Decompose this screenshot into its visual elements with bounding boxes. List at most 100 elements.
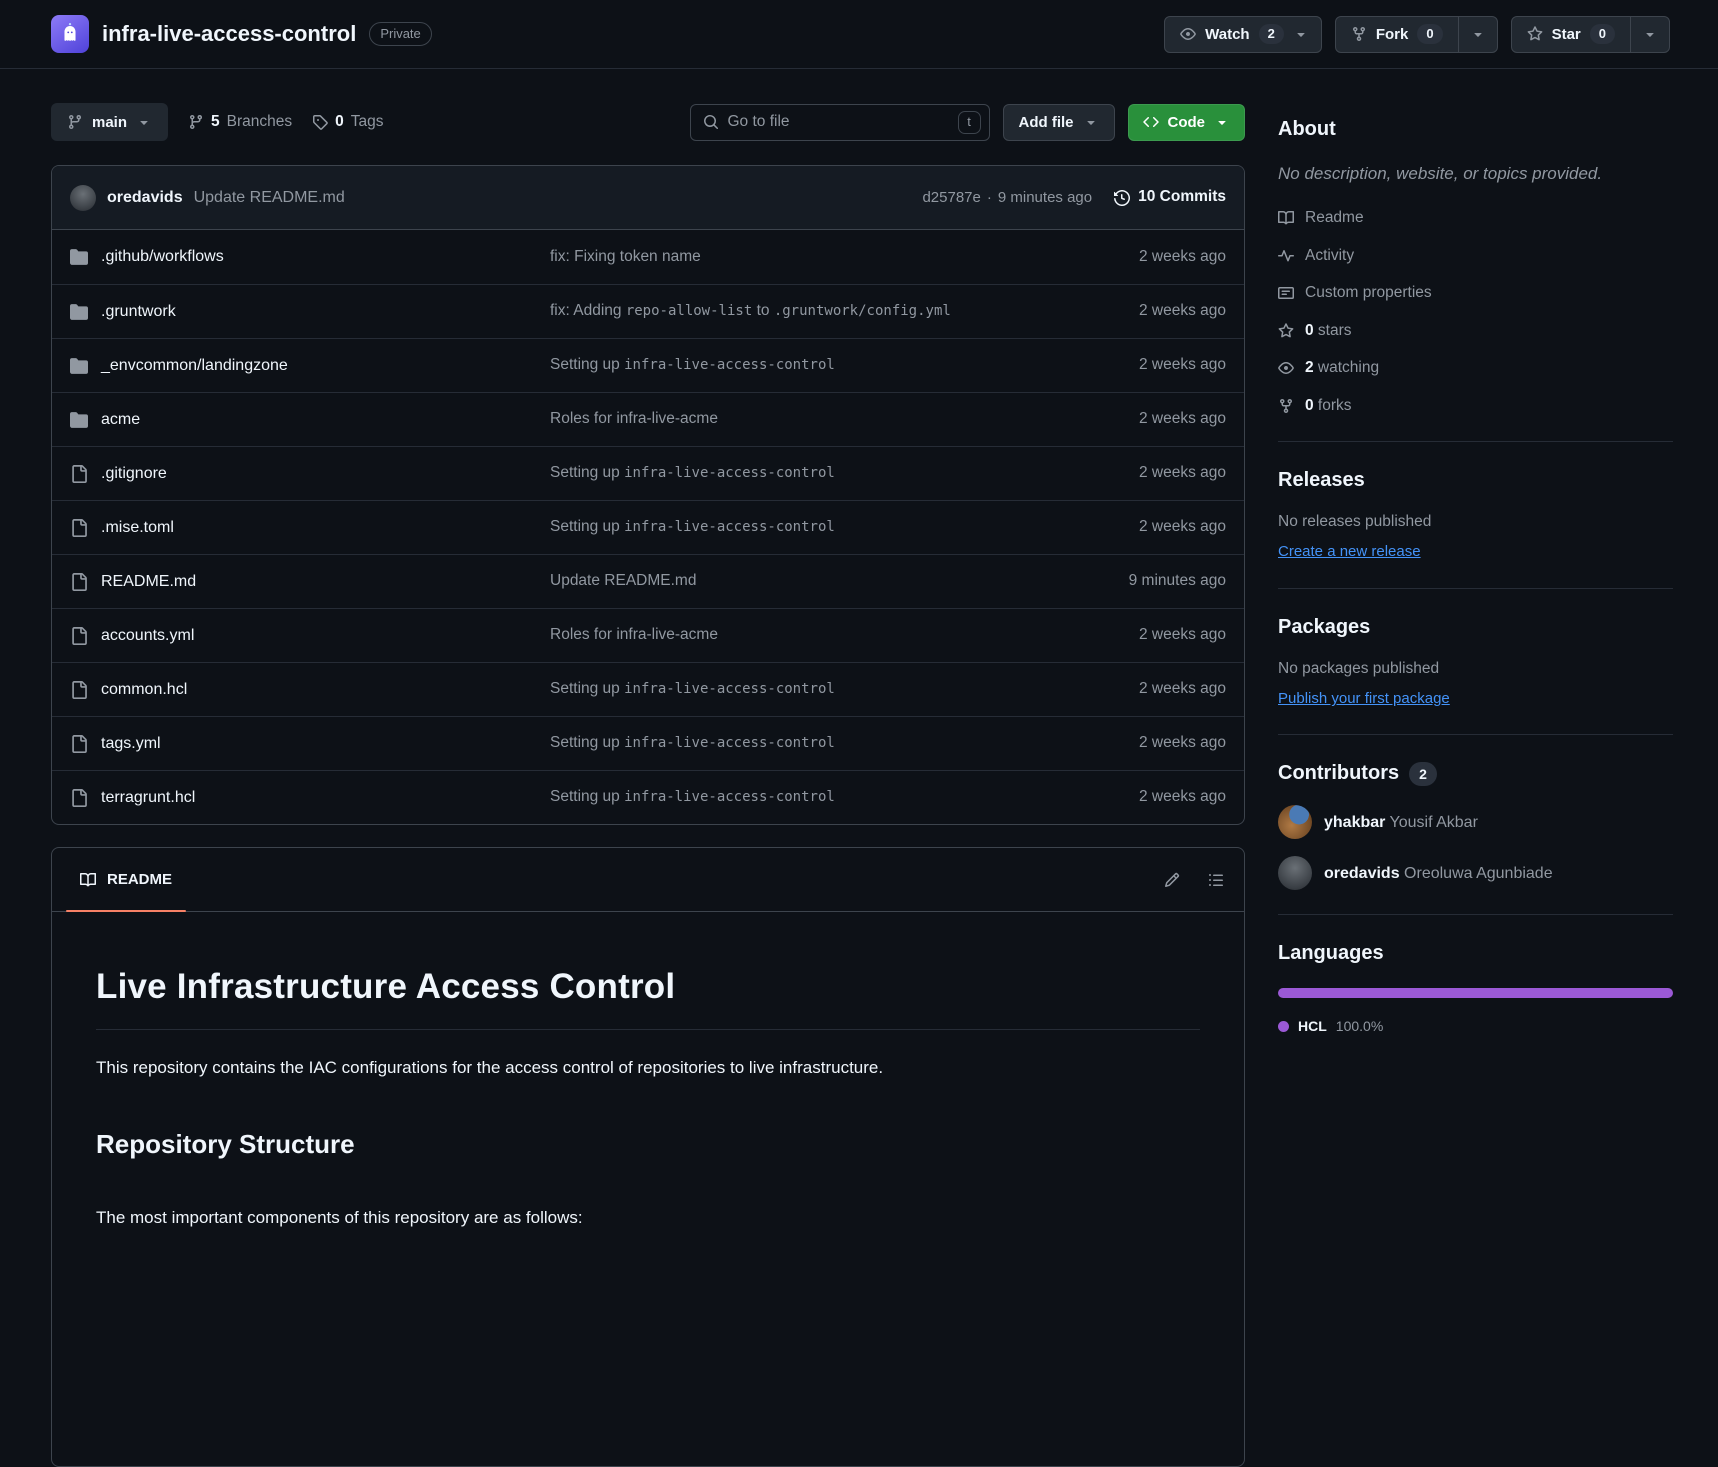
- branches-link[interactable]: 5 Branches: [188, 111, 292, 133]
- about-item-custom-properties[interactable]: Custom properties: [1278, 282, 1673, 304]
- pulse-icon: [1278, 248, 1294, 264]
- commit-message-link[interactable]: Setting up infra-live-access-control: [550, 786, 1056, 808]
- contributors-heading: Contributors 2: [1278, 759, 1673, 788]
- contributor-row[interactable]: oredavids Oreoluwa Agunbiade: [1278, 856, 1673, 890]
- language-legend-item[interactable]: HCL 100.0%: [1278, 1016, 1673, 1036]
- commit-author-avatar[interactable]: [70, 185, 96, 211]
- go-to-file-input[interactable]: Go to file t: [690, 104, 990, 141]
- readme-card: README Live Infrastructure Access Contro…: [51, 847, 1245, 1467]
- file-link[interactable]: common.hcl: [101, 678, 187, 701]
- commit-message-link[interactable]: Setting up infra-live-access-control: [550, 354, 1056, 376]
- file-link[interactable]: accounts.yml: [101, 624, 194, 647]
- code-icon: [1143, 114, 1159, 130]
- commit-message-link[interactable]: Update README.md: [194, 186, 345, 209]
- commit-message-link[interactable]: Setting up infra-live-access-control: [550, 678, 1056, 700]
- list-unordered-icon: [1208, 872, 1224, 888]
- table-row: .gitignore Setting up infra-live-access-…: [52, 446, 1244, 500]
- avatar[interactable]: [1278, 856, 1312, 890]
- file-link[interactable]: terragrunt.hcl: [101, 786, 195, 809]
- fork-icon: [1278, 398, 1294, 414]
- ref-controls: main 5 Branches 0 Tags: [51, 103, 384, 141]
- branch-selector[interactable]: main: [51, 103, 168, 141]
- about-item-label: Custom properties: [1305, 282, 1432, 304]
- file-link[interactable]: tags.yml: [101, 732, 161, 755]
- commit-hash-link[interactable]: d25787e: [922, 187, 980, 209]
- watch-button-group: Watch 2: [1164, 16, 1322, 53]
- file-name-cell: accounts.yml: [70, 624, 550, 647]
- tags-link[interactable]: 0 Tags: [312, 111, 383, 133]
- about-item-watching[interactable]: 2 watching: [1278, 357, 1673, 379]
- about-item-label: Activity: [1305, 245, 1354, 267]
- commit-history-link[interactable]: 10 Commits: [1114, 186, 1226, 208]
- file-icon: [70, 465, 88, 483]
- file-link[interactable]: _envcommon/landingzone: [101, 354, 288, 377]
- folder-icon: [70, 248, 88, 266]
- releases-heading: Releases: [1278, 466, 1673, 495]
- commit-message-link[interactable]: Setting up infra-live-access-control: [550, 732, 1056, 754]
- repo-owner-avatar[interactable]: [51, 15, 89, 53]
- languages-section: Languages HCL 100.0%: [1278, 939, 1673, 1036]
- code-span: infra-live-access-control: [624, 357, 835, 373]
- file-link[interactable]: .gruntwork: [101, 300, 176, 323]
- eye-icon: [1180, 26, 1196, 42]
- file-name-cell: _envcommon/landingzone: [70, 354, 550, 377]
- commit-message-link[interactable]: fix: Fixing token name: [550, 246, 1056, 268]
- watch-count-badge: 2: [1259, 24, 1284, 44]
- publish-package-link[interactable]: Publish your first package: [1278, 688, 1450, 710]
- commit-message-link[interactable]: fix: Adding repo-allow-list to .gruntwor…: [550, 300, 1056, 322]
- file-name-cell: .github/workflows: [70, 245, 550, 268]
- about-section: About No description, website, or topics…: [1278, 115, 1673, 417]
- repo-layout: main 5 Branches 0 Tags: [0, 69, 1718, 1467]
- commit-message-link[interactable]: Setting up infra-live-access-control: [550, 516, 1056, 538]
- file-link[interactable]: .github/workflows: [101, 245, 224, 268]
- commit-message-link[interactable]: Roles for infra-live-acme: [550, 624, 1056, 646]
- file-link[interactable]: README.md: [101, 570, 196, 593]
- about-item-label: 2 watching: [1305, 357, 1379, 379]
- current-branch-label: main: [92, 114, 127, 131]
- language-legend: HCL 100.0%: [1278, 1016, 1673, 1036]
- eye-icon: [1278, 360, 1294, 376]
- about-item-stars[interactable]: 0 stars: [1278, 320, 1673, 342]
- github-repo-page: infra-live-access-control Private Watch …: [0, 0, 1718, 1467]
- watch-button[interactable]: Watch 2: [1165, 17, 1321, 52]
- add-file-button[interactable]: Add file: [1003, 104, 1115, 141]
- commit-date: 2 weeks ago: [1056, 516, 1226, 538]
- about-item-activity[interactable]: Activity: [1278, 245, 1673, 267]
- file-name-cell: README.md: [70, 570, 550, 593]
- book-icon: [80, 872, 96, 888]
- commit-time: 9 minutes ago: [998, 187, 1092, 209]
- tag-icon: [312, 114, 328, 130]
- add-file-label: Add file: [1019, 114, 1074, 131]
- edit-readme-button[interactable]: [1164, 872, 1180, 888]
- commit-message-link[interactable]: Update README.md: [550, 570, 1056, 592]
- outline-button[interactable]: [1208, 872, 1224, 888]
- star-icon: [1527, 26, 1543, 42]
- git-branch-icon: [188, 114, 204, 130]
- commit-author-link[interactable]: oredavids: [107, 186, 183, 209]
- fork-dropdown-button[interactable]: [1458, 17, 1497, 52]
- commit-message-link[interactable]: Setting up infra-live-access-control: [550, 462, 1056, 484]
- language-bar[interactable]: [1278, 988, 1673, 998]
- commit-date: 2 weeks ago: [1056, 786, 1226, 808]
- star-dropdown-button[interactable]: [1630, 17, 1669, 52]
- star-button[interactable]: Star 0: [1512, 17, 1630, 52]
- contributors-count-badge: 2: [1409, 762, 1437, 786]
- table-row: common.hcl Setting up infra-live-access-…: [52, 662, 1244, 716]
- avatar[interactable]: [1278, 805, 1312, 839]
- file-link[interactable]: .gitignore: [101, 462, 167, 485]
- fork-button[interactable]: Fork 0: [1336, 17, 1458, 52]
- create-release-link[interactable]: Create a new release: [1278, 541, 1421, 563]
- about-item-readme[interactable]: Readme: [1278, 207, 1673, 229]
- about-item-forks[interactable]: 0 forks: [1278, 395, 1673, 417]
- code-toolbar: main 5 Branches 0 Tags: [51, 103, 1245, 141]
- contributor-row[interactable]: yhakbar Yousif Akbar: [1278, 805, 1673, 839]
- commit-date: 2 weeks ago: [1056, 300, 1226, 322]
- tab-readme[interactable]: README: [62, 848, 190, 911]
- file-link[interactable]: .mise.toml: [101, 516, 174, 539]
- chevron-down-icon: [1293, 26, 1309, 42]
- commit-message-link[interactable]: Roles for infra-live-acme: [550, 408, 1056, 430]
- repo-title[interactable]: infra-live-access-control: [102, 18, 356, 50]
- file-name-cell: tags.yml: [70, 732, 550, 755]
- file-link[interactable]: acme: [101, 408, 140, 431]
- code-button[interactable]: Code: [1128, 104, 1246, 141]
